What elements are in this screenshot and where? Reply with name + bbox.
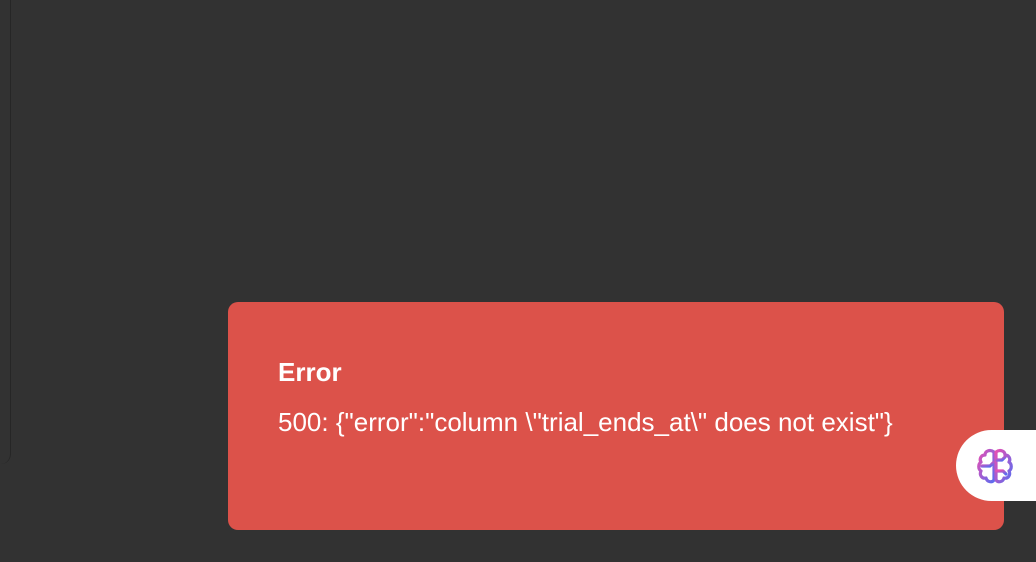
- error-toast-title: Error: [278, 357, 342, 387]
- side-panel: [0, 0, 11, 464]
- error-toast-message: 500: {"error":"column \"trial_ends_at\" …: [278, 407, 893, 437]
- brain-icon: [977, 448, 1013, 484]
- error-toast: Error 500: {"error":"column \"trial_ends…: [228, 302, 1004, 530]
- ai-assistant-button[interactable]: [956, 430, 1036, 501]
